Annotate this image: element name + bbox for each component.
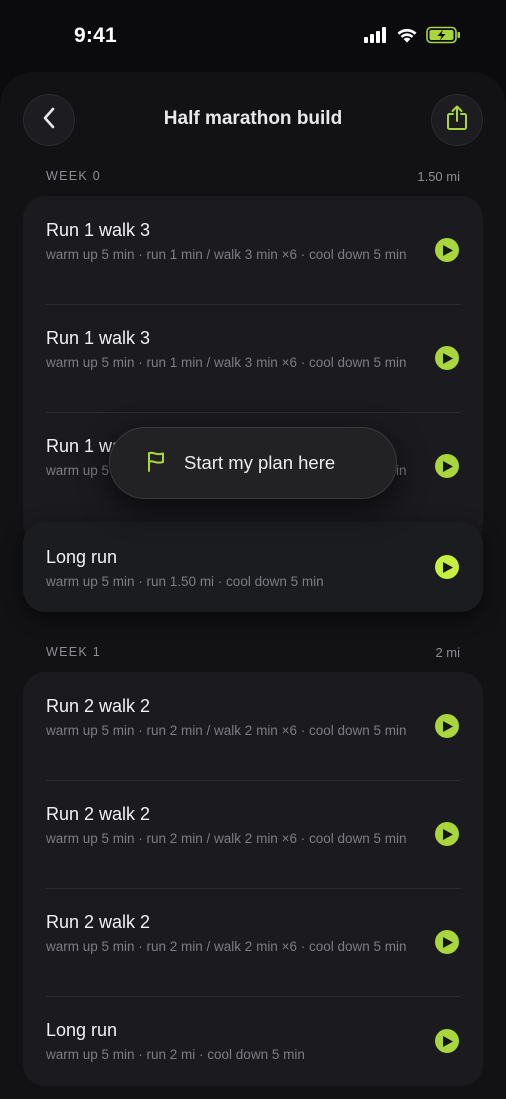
play-icon xyxy=(441,352,453,364)
workout-row[interactable]: Run 2 walk 2 warm up 5 min · run 2 min /… xyxy=(23,888,483,996)
status-icons xyxy=(364,26,462,44)
workout-description: warm up 5 min · run 2 min / walk 2 min ×… xyxy=(46,831,407,846)
play-button[interactable] xyxy=(435,1029,459,1053)
play-button[interactable] xyxy=(435,555,459,579)
week-distance: 1.50 mi xyxy=(417,168,460,184)
share-button[interactable] xyxy=(431,94,483,146)
wifi-icon xyxy=(396,27,418,43)
start-plan-label: Start my plan here xyxy=(184,452,336,473)
status-time: 9:41 xyxy=(74,24,117,47)
workout-description: warm up 5 min · run 1 min / walk 3 min ×… xyxy=(46,355,407,370)
workout-row[interactable]: Run 2 walk 2 warm up 5 min · run 2 min /… xyxy=(23,672,483,780)
header: Half marathon build xyxy=(0,72,506,168)
workout-description: warm up 5 min · run 1 min / walk 3 min ×… xyxy=(46,247,407,262)
week-label: WEEK 0 xyxy=(46,169,102,183)
status-bar: 9:41 xyxy=(0,0,506,72)
workout-description: warm up 5 min · run 2 min / walk 2 min ×… xyxy=(46,939,407,954)
flag-icon xyxy=(146,450,166,477)
share-icon xyxy=(446,105,468,136)
workout-title: Run 2 walk 2 xyxy=(46,804,151,824)
play-icon xyxy=(441,1035,453,1047)
week-card: Run 2 walk 2 warm up 5 min · run 2 min /… xyxy=(23,672,483,1086)
plan-sheet: Half marathon build WEEK 0 1.50 mi Run 1… xyxy=(0,72,506,1099)
play-button[interactable] xyxy=(435,346,459,370)
workout-title: Long run xyxy=(46,1020,118,1040)
week-header: WEEK 0 1.50 mi xyxy=(46,166,460,186)
workout-title: Run 2 walk 2 xyxy=(46,696,151,716)
play-icon xyxy=(441,460,453,472)
workout-description: warm up 5 min · run 2 min / walk 2 min ×… xyxy=(46,723,407,738)
workout-title: Run 1 walk 3 xyxy=(46,220,151,240)
week-label: WEEK 1 xyxy=(46,645,102,659)
workout-description: warm up 5 min · run 1.50 mi · cool down … xyxy=(46,574,324,589)
workout-row[interactable]: Run 1 walk 3 warm up 5 min · run 1 min /… xyxy=(23,196,483,304)
workout-row[interactable]: Run 2 walk 2 warm up 5 min · run 2 min /… xyxy=(23,780,483,888)
play-button[interactable] xyxy=(435,822,459,846)
play-icon xyxy=(441,828,453,840)
play-button[interactable] xyxy=(435,714,459,738)
play-button[interactable] xyxy=(435,454,459,478)
workout-row[interactable]: Run 1 walk 3 warm up 5 min · run 1 min /… xyxy=(23,304,483,412)
play-icon xyxy=(441,561,453,573)
play-icon xyxy=(441,720,453,732)
start-plan-tooltip[interactable]: Start my plan here xyxy=(109,427,397,499)
play-icon xyxy=(441,244,453,256)
play-icon xyxy=(441,936,453,948)
workout-title: Run 1 walk 3 xyxy=(46,328,151,348)
workout-row[interactable]: Long run warm up 5 min · run 2 mi · cool… xyxy=(23,996,483,1086)
workout-row-highlighted[interactable]: Long run warm up 5 min · run 1.50 mi · c… xyxy=(23,522,483,612)
week-header: WEEK 1 2 mi xyxy=(46,642,460,662)
workout-description: warm up 5 min · run 2 mi · cool down 5 m… xyxy=(46,1047,305,1062)
battery-charging-icon xyxy=(426,26,462,44)
cellular-signal-icon xyxy=(364,27,388,43)
play-button[interactable] xyxy=(435,930,459,954)
play-button[interactable] xyxy=(435,238,459,262)
workout-title: Long run xyxy=(46,547,118,567)
week-distance: 2 mi xyxy=(435,644,460,660)
workout-title: Run 2 walk 2 xyxy=(46,912,151,932)
